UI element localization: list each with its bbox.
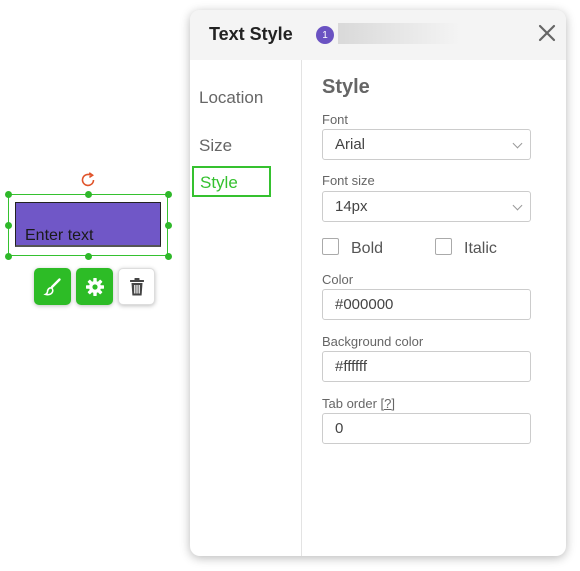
resize-handle-left[interactable] bbox=[5, 222, 12, 229]
style-brush-button[interactable] bbox=[34, 268, 71, 305]
font-label: Font bbox=[322, 112, 349, 127]
text-field-element[interactable]: Enter text bbox=[15, 202, 161, 247]
background-color-input[interactable]: #ffffff bbox=[322, 351, 531, 382]
nav-item-location[interactable]: Location bbox=[199, 88, 263, 108]
dialog-nav: Location Size Style bbox=[190, 60, 302, 556]
background-color-label: Background color bbox=[322, 334, 424, 349]
italic-label: Italic bbox=[464, 240, 497, 257]
tab-order-input[interactable]: 0 bbox=[322, 413, 531, 444]
bold-label: Bold bbox=[351, 240, 384, 257]
font-select[interactable]: Arial bbox=[322, 129, 531, 160]
element-tag-bar bbox=[338, 23, 460, 44]
tab-order-label-text: Tab order bbox=[322, 396, 377, 411]
resize-handle-top-right[interactable] bbox=[165, 191, 172, 198]
close-icon[interactable] bbox=[537, 23, 557, 43]
rotate-handle-icon[interactable] bbox=[79, 171, 97, 189]
color-label: Color bbox=[322, 272, 354, 287]
trash-icon bbox=[129, 277, 144, 295]
nav-item-size[interactable]: Size bbox=[199, 136, 232, 156]
bold-checkbox[interactable] bbox=[322, 238, 339, 255]
nav-item-style[interactable]: Style bbox=[192, 166, 271, 197]
font-size-select[interactable]: 14px bbox=[322, 191, 531, 222]
settings-button[interactable] bbox=[76, 268, 113, 305]
text-style-dialog: Text Style 1 Location Size Style Style F… bbox=[190, 10, 566, 556]
resize-handle-top-left[interactable] bbox=[5, 191, 12, 198]
section-title: Style bbox=[322, 76, 370, 98]
paintbrush-icon bbox=[42, 277, 61, 295]
text-field-placeholder: Enter text bbox=[25, 227, 94, 244]
style-panel: Style Font Arial Font size 14px Bold Ita… bbox=[303, 60, 566, 556]
resize-handle-bottom[interactable] bbox=[85, 253, 92, 260]
resize-handle-top[interactable] bbox=[85, 191, 92, 198]
font-size-label: Font size bbox=[322, 173, 375, 188]
dialog-title: Text Style bbox=[209, 24, 293, 44]
resize-handle-bottom-left[interactable] bbox=[5, 253, 12, 260]
dialog-header: Text Style 1 bbox=[190, 10, 566, 60]
resize-handle-bottom-right[interactable] bbox=[165, 253, 172, 260]
resize-handle-right[interactable] bbox=[165, 222, 172, 229]
color-input[interactable]: #000000 bbox=[322, 289, 531, 320]
gear-icon bbox=[85, 277, 104, 296]
italic-checkbox[interactable] bbox=[435, 238, 452, 255]
delete-button[interactable] bbox=[118, 268, 155, 305]
tab-order-help-link[interactable]: [?] bbox=[381, 396, 395, 411]
element-count-badge: 1 bbox=[316, 26, 334, 44]
tab-order-label: Tab order [?] bbox=[322, 396, 395, 411]
